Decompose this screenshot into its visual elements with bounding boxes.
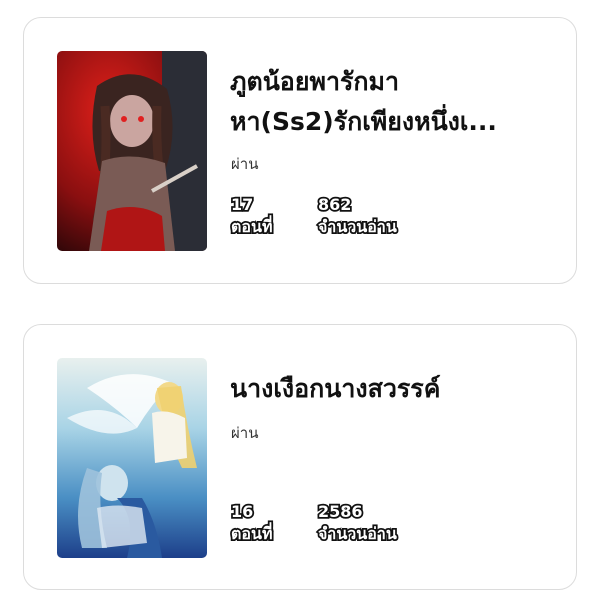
read-count: 862 bbox=[316, 193, 353, 216]
episode-count-label: ตอนที่ bbox=[229, 522, 274, 545]
novel-title[interactable]: นางเงือกนางสวรรค์ bbox=[230, 369, 546, 409]
episode-count: 16 bbox=[229, 500, 255, 523]
episode-count: 17 bbox=[229, 193, 255, 216]
read-count-label: จำนวนอ่าน bbox=[316, 522, 398, 545]
episode-count-label: ตอนที่ bbox=[229, 215, 274, 238]
novel-title[interactable]: ภูตน้อยพารักมา หา(Ss2)รักเพียงหนึ่งเ... bbox=[230, 62, 546, 142]
novel-title-line-1: ภูตน้อยพารักมา bbox=[230, 67, 400, 96]
novel-title-line-2: หา(Ss2)รักเพียงหนึ่งเ... bbox=[230, 107, 497, 136]
read-count-stat: 862 จำนวนอ่าน bbox=[316, 193, 398, 238]
episode-count-stat: 16 ตอนที่ bbox=[229, 500, 274, 545]
read-count: 2586 bbox=[316, 500, 364, 523]
novel-cover-image[interactable] bbox=[57, 51, 207, 251]
novel-card[interactable]: นางเงือกนางสวรรค์ ผ่าน 16 ตอนที่ 2586 จำ… bbox=[23, 324, 577, 590]
novel-author[interactable]: ผ่าน bbox=[231, 421, 258, 445]
read-count-stat: 2586 จำนวนอ่าน bbox=[316, 500, 398, 545]
novel-card[interactable]: ภูตน้อยพารักมา หา(Ss2)รักเพียงหนึ่งเ... … bbox=[23, 17, 577, 284]
novel-author[interactable]: ผ่าน bbox=[231, 152, 258, 176]
episode-count-stat: 17 ตอนที่ bbox=[229, 193, 274, 238]
read-count-label: จำนวนอ่าน bbox=[316, 215, 398, 238]
novel-cover-image[interactable] bbox=[57, 358, 207, 558]
